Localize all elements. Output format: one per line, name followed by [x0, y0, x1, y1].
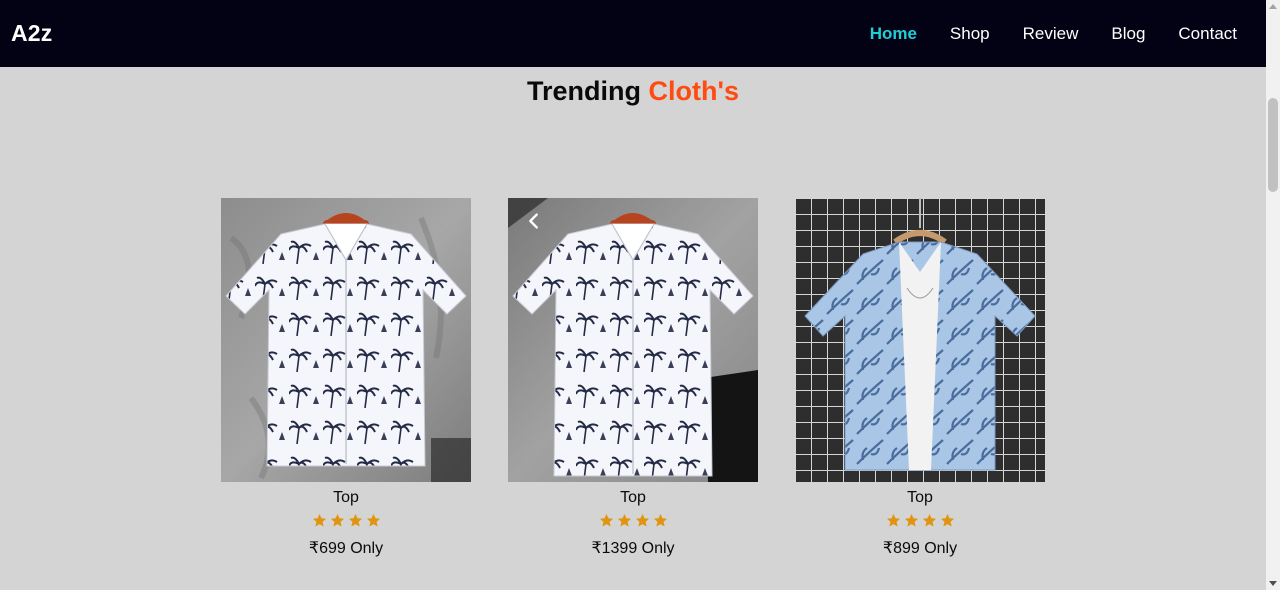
- nav-link-review[interactable]: Review: [1023, 24, 1079, 44]
- star-icon: [940, 513, 954, 527]
- section-title: Trending Cloth's: [0, 76, 1266, 107]
- nav-link-home[interactable]: Home: [870, 24, 917, 44]
- product-rating: [221, 513, 471, 531]
- nav-links: Home Shop Review Blog Contact: [837, 24, 1237, 44]
- star-icon: [635, 513, 649, 527]
- section-title-accent: Cloth's: [648, 76, 739, 106]
- product-image[interactable]: [221, 198, 471, 482]
- product-price: ₹1399 Only: [591, 540, 675, 557]
- vertical-scrollbar[interactable]: [1266, 0, 1280, 590]
- product-image[interactable]: [508, 198, 758, 482]
- nav-link-blog[interactable]: Blog: [1111, 24, 1145, 44]
- product-card[interactable]: Top ₹899 Only: [795, 198, 1045, 558]
- star-icon: [312, 513, 326, 527]
- product-rating: [508, 513, 758, 531]
- scrollbar-thumb[interactable]: [1268, 98, 1278, 192]
- product-name: Top: [333, 489, 359, 506]
- star-icon: [922, 513, 936, 527]
- product-card[interactable]: Top ₹699 Only: [221, 198, 471, 558]
- star-icon: [599, 513, 613, 527]
- product-price: ₹899 Only: [882, 540, 958, 557]
- product-card[interactable]: Top ₹1399 Only: [508, 198, 758, 558]
- nav-link-shop[interactable]: Shop: [950, 24, 990, 44]
- star-icon: [904, 513, 918, 527]
- chevron-left-icon[interactable]: [523, 210, 545, 232]
- product-name: Top: [907, 489, 933, 506]
- section-title-main: Trending: [527, 76, 642, 106]
- scroll-down-arrow-icon[interactable]: [1269, 581, 1277, 586]
- star-icon: [617, 513, 631, 527]
- star-icon: [330, 513, 344, 527]
- brand-logo[interactable]: A2z: [11, 20, 53, 47]
- navbar: A2z Home Shop Review Blog Contact: [0, 0, 1266, 67]
- nav-link-contact[interactable]: Contact: [1178, 24, 1237, 44]
- product-image[interactable]: [795, 198, 1045, 482]
- star-icon: [653, 513, 667, 527]
- product-rating: [795, 513, 1045, 531]
- product-price: ₹699 Only: [308, 540, 384, 557]
- star-icon: [348, 513, 362, 527]
- scroll-up-arrow-icon[interactable]: [1269, 4, 1277, 9]
- product-name: Top: [620, 489, 646, 506]
- star-icon: [366, 513, 380, 527]
- star-icon: [886, 513, 900, 527]
